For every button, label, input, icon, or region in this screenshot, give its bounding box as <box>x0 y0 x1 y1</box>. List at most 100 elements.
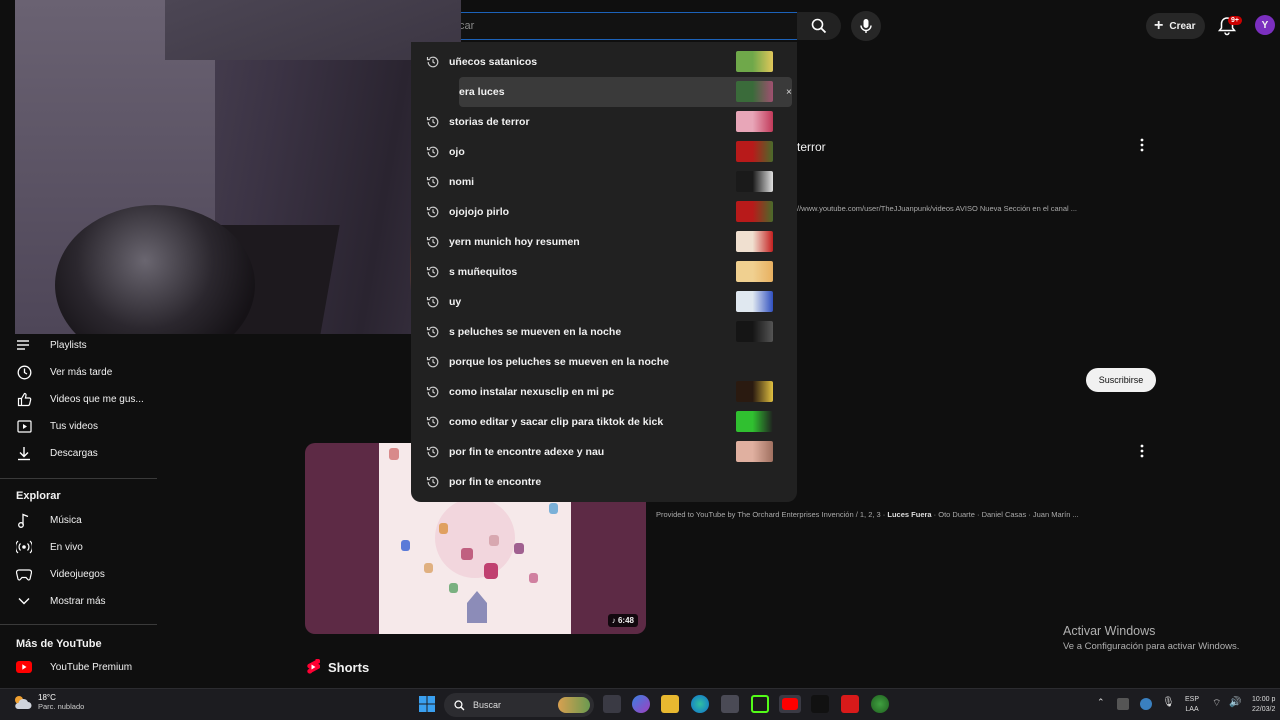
sidebar-item-your-videos[interactable]: Tus videos <box>16 415 98 437</box>
search-highlight-image <box>558 697 590 713</box>
sidebar-item-label: En vivo <box>50 541 83 553</box>
history-icon <box>426 56 439 68</box>
store-icon[interactable] <box>721 695 739 713</box>
search-suggestions-dropdown: uñecos satanicos era luces × storias de ter… <box>411 42 797 502</box>
more-from-youtube-title: Más de YouTube <box>16 638 102 650</box>
suggestion-item[interactable]: nomi <box>411 167 797 197</box>
suggestion-item[interactable]: s peluches se mueven en la noche <box>411 317 797 347</box>
suggestion-thumbnail <box>736 231 773 252</box>
edge-icon[interactable] <box>691 695 709 713</box>
suggestion-text: uy <box>449 296 462 308</box>
espn-icon[interactable] <box>841 695 859 713</box>
search-button[interactable] <box>797 12 841 40</box>
suggestion-item[interactable]: como editar y sacar clip para tiktok de … <box>411 407 797 437</box>
suggestion-item[interactable]: por fin te encontre <box>411 467 797 497</box>
suggestion-item[interactable]: ojojojo pirlo <box>411 197 797 227</box>
suggestion-item[interactable]: uñecos satanicos <box>411 47 797 77</box>
search-icon <box>454 699 465 710</box>
history-icon <box>426 326 439 338</box>
history-icon <box>426 446 439 458</box>
chevron-down-icon <box>18 598 30 605</box>
cloud-sun-icon <box>15 696 32 709</box>
chevron-up-icon[interactable]: ⌃ <box>1097 697 1105 708</box>
copilot-icon[interactable] <box>632 695 650 713</box>
tiktok-icon[interactable] <box>811 695 829 713</box>
youtube-app-icon[interactable] <box>779 695 801 713</box>
sidebar-item-show-more[interactable]: Mostrar más <box>16 590 106 612</box>
task-view-icon[interactable] <box>603 695 621 713</box>
sidebar-item-music[interactable]: Música <box>16 509 82 531</box>
clock[interactable]: 10:00 p 22/03/2 <box>1252 695 1275 715</box>
windows-start-icon[interactable] <box>419 696 435 712</box>
sidebar-item-live[interactable]: En vivo <box>16 536 83 558</box>
suggestion-text: como instalar nexusclip en mi pc <box>449 386 615 398</box>
remove-suggestion-icon[interactable]: × <box>786 87 792 98</box>
gamepad-icon <box>16 568 32 581</box>
taskbar-search[interactable]: Buscar <box>444 693 594 717</box>
chrome-icon[interactable] <box>871 695 889 713</box>
suggestion-thumbnail <box>736 81 773 102</box>
thumbs-up-icon <box>17 392 31 406</box>
sidebar-divider <box>0 624 157 625</box>
sidebar-item-label: Playlists <box>50 339 87 351</box>
activation-title: Activar Windows <box>1063 624 1156 638</box>
sidebar-item-label: Videos que me gus... <box>50 393 144 405</box>
suggestion-item[interactable]: ojo <box>411 137 797 167</box>
voice-search-button[interactable] <box>851 11 881 41</box>
history-icon <box>426 296 439 308</box>
sidebar-item-label: Mostrar más <box>50 595 106 607</box>
suggestion-item[interactable]: s muñequitos <box>411 257 797 287</box>
temperature: 18°C <box>38 693 56 702</box>
sidebar-item-label: Descargas <box>50 447 98 459</box>
subscribe-button[interactable]: Suscribirse <box>1086 368 1156 392</box>
sidebar-item-youtube-premium[interactable]: YouTube Premium <box>16 656 132 678</box>
suggestion-text: yern munich hoy resumen <box>449 236 580 248</box>
wifi-icon[interactable]: ⌔ <box>1212 697 1221 710</box>
play-square-icon <box>16 419 32 433</box>
video-description: Provided to YouTube by The Orchard Enter… <box>656 510 1079 519</box>
suggestion-thumbnail <box>736 381 773 402</box>
more-vertical-icon[interactable] <box>1139 444 1145 458</box>
suggestion-item[interactable]: storias de terror <box>411 107 797 137</box>
sidebar-item-label: Videojuegos <box>50 568 105 580</box>
volume-icon[interactable]: 🔊 <box>1229 697 1241 708</box>
suggestion-item[interactable]: porque los peluches se mueven en la noch… <box>411 347 797 377</box>
suggestion-item[interactable]: por fin te encontre adexe y nau <box>411 437 797 467</box>
suggestion-item[interactable]: uy <box>411 287 797 317</box>
clock-icon <box>17 365 31 379</box>
onedrive-icon[interactable] <box>1140 698 1152 710</box>
suggestion-thumbnail <box>736 291 773 312</box>
suggestion-text: storias de terror <box>449 116 530 128</box>
suggestion-text: por fin te encontre <box>449 476 542 488</box>
download-icon <box>18 446 30 460</box>
suggestion-text: s muñequitos <box>449 266 518 278</box>
more-vertical-icon[interactable] <box>1139 138 1145 152</box>
suggestion-item[interactable]: yern munich hoy resumen <box>411 227 797 257</box>
sidebar-item-liked-videos[interactable]: Videos que me gus... <box>16 388 144 410</box>
suggestion-text: uñecos satanicos <box>449 56 538 68</box>
weather-widget[interactable]: 18°C Parc. nublado <box>12 693 84 711</box>
microphone-icon[interactable]: 🎙 <box>1162 697 1175 708</box>
suggestion-item[interactable]: era luces × <box>459 77 792 107</box>
search-box[interactable] <box>440 12 797 40</box>
file-explorer-icon[interactable] <box>661 695 679 713</box>
video-title-fragment[interactable]: terror <box>797 140 826 154</box>
shorts-heading: Shorts <box>306 659 369 675</box>
language-indicator[interactable]: ESP LAA <box>1185 695 1199 715</box>
sidebar-item-watch-later[interactable]: Ver más tarde <box>16 361 112 383</box>
history-icon <box>426 236 439 248</box>
kick-icon[interactable] <box>751 695 769 713</box>
suggestion-item[interactable]: como instalar nexusclip en mi pc <box>411 377 797 407</box>
avatar[interactable]: Y <box>1255 15 1275 35</box>
sidebar-item-label: Música <box>50 514 82 526</box>
tray-app-icon[interactable] <box>1117 698 1129 710</box>
windows-activation-watermark: Activar Windows Ve a Configuración para … <box>1063 624 1239 652</box>
create-button[interactable]: + Crear <box>1146 13 1206 39</box>
sidebar-item-gaming[interactable]: Videojuegos <box>16 563 105 585</box>
plus-icon: + <box>1154 17 1164 34</box>
search-input[interactable] <box>441 13 797 39</box>
live-icon <box>16 540 32 554</box>
sidebar-item-downloads[interactable]: Descargas <box>16 442 98 464</box>
shorts-label: Shorts <box>328 659 370 675</box>
sidebar-item-playlists[interactable]: Playlists <box>16 334 87 356</box>
